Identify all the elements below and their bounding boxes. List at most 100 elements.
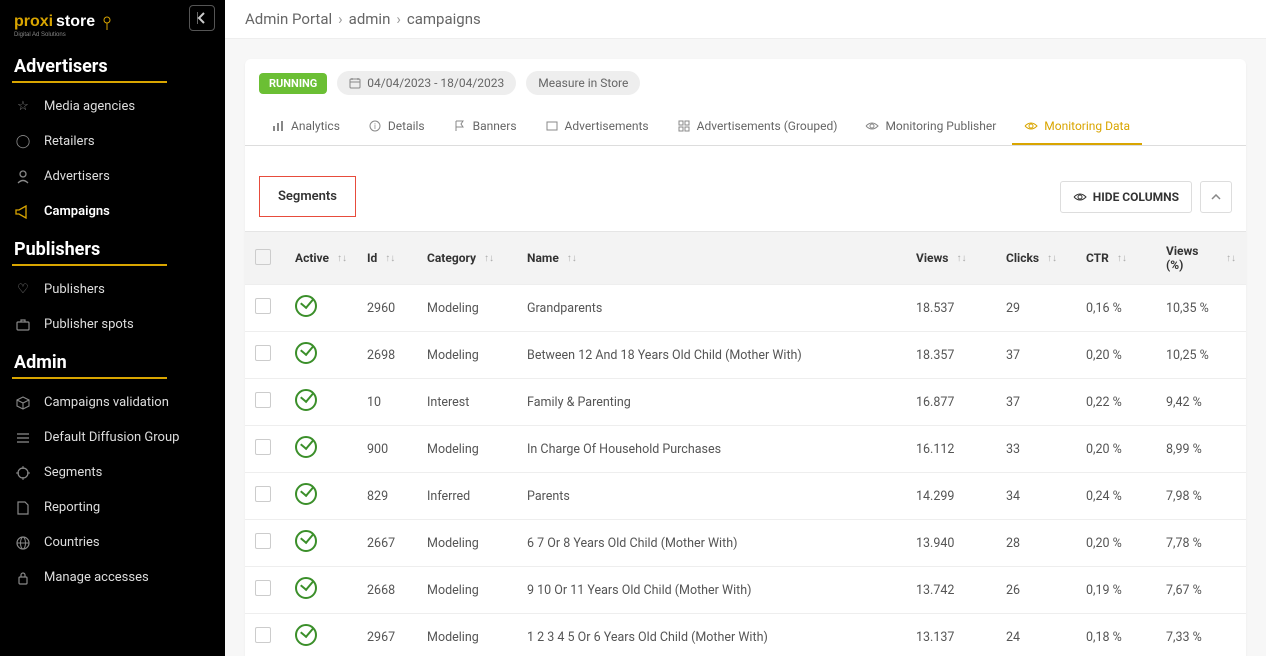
tab-advertisements[interactable]: Advertisements [533,109,661,145]
row-checkbox[interactable] [255,627,271,643]
cell-name: 6 7 Or 8 Years Old Child (Mother With) [517,520,906,567]
user-icon [14,170,32,184]
breadcrumb-part[interactable]: Admin Portal [245,10,332,28]
sidebar-item-advertisers[interactable]: Advertisers [0,159,225,194]
row-checkbox[interactable] [255,298,271,314]
row-checkbox[interactable] [255,392,271,408]
cell-name: In Charge Of Household Purchases [517,426,906,473]
status-badge: RUNNING [259,73,327,94]
sidebar-item-campaigns[interactable]: Campaigns [0,194,225,229]
segments-tab[interactable]: Segments [259,176,356,217]
table-row: 2667Modeling6 7 Or 8 Years Old Child (Mo… [245,520,1246,567]
tab-monitoring-publisher[interactable]: Monitoring Publisher [853,109,1008,145]
cell-views-pct: 7,33 % [1156,614,1246,656]
sidebar-collapse-button[interactable] [189,5,215,31]
sort-icon[interactable]: ↑↓ [1117,253,1127,264]
collapse-panel-button[interactable] [1200,181,1232,213]
sort-icon[interactable]: ↑↓ [484,253,494,264]
breadcrumb: Admin Portal › admin › campaigns [225,0,1266,39]
breadcrumb-part[interactable]: campaigns [407,10,481,28]
cell-views: 16.877 [906,379,996,426]
svg-text:Digital Ad Solutions: Digital Ad Solutions [14,32,66,38]
sidebar-item-manage-accesses[interactable]: Manage accesses [0,560,225,595]
hide-columns-button[interactable]: HIDE COLUMNS [1060,181,1192,213]
cell-id: 2667 [357,520,417,567]
tab-details[interactable]: iDetails [356,109,437,145]
section-title-publishers: Publishers [0,229,225,264]
col-header-id[interactable]: Id [367,251,377,265]
col-header-ctr[interactable]: CTR [1086,251,1109,265]
cell-ctr: 0,20 % [1076,520,1156,567]
eye-icon [1073,192,1087,202]
divider [12,81,167,83]
active-check-icon [295,436,317,458]
row-checkbox[interactable] [255,439,271,455]
breadcrumb-part[interactable]: admin [349,10,391,28]
sidebar-item-label: Reporting [44,500,100,515]
active-check-icon [295,624,317,646]
tabs: Analytics iDetails Banners Advertisement… [245,109,1246,146]
col-header-active[interactable]: Active [295,251,329,265]
chevron-up-icon [1211,194,1221,200]
sort-icon[interactable]: ↑↓ [385,253,395,264]
active-check-icon [295,577,317,599]
cell-views: 18.357 [906,332,996,379]
sidebar-item-retailers[interactable]: ◯Retailers [0,124,225,159]
date-range-label: 04/04/2023 - 18/04/2023 [367,76,504,90]
table-row: 2960ModelingGrandparents18.537290,16 %10… [245,285,1246,332]
chevron-left-icon [197,12,207,24]
cell-clicks: 29 [996,285,1076,332]
cell-clicks: 34 [996,473,1076,520]
briefcase-icon [14,319,32,331]
sort-icon[interactable]: ↑↓ [1226,253,1236,264]
tab-monitoring-data[interactable]: Monitoring Data [1012,109,1142,145]
sidebar-item-publishers[interactable]: ♡Publishers [0,272,225,307]
table-row: 2668Modeling9 10 Or 11 Years Old Child (… [245,567,1246,614]
select-all-checkbox[interactable] [255,249,271,265]
sidebar-item-publisher-spots[interactable]: Publisher spots [0,307,225,342]
row-checkbox[interactable] [255,580,271,596]
sidebar-item-label: Campaigns [44,204,110,219]
tab-advertisements-grouped[interactable]: Advertisements (Grouped) [665,109,850,145]
col-header-category[interactable]: Category [427,251,476,265]
cell-views: 13.940 [906,520,996,567]
row-checkbox[interactable] [255,486,271,502]
sidebar-item-segments[interactable]: Segments [0,455,225,490]
sort-icon[interactable]: ↑↓ [956,253,966,264]
sidebar-item-campaigns-validation[interactable]: Campaigns validation [0,385,225,420]
row-checkbox[interactable] [255,533,271,549]
row-checkbox[interactable] [255,345,271,361]
sidebar-item-default-diffusion[interactable]: Default Diffusion Group [0,420,225,455]
tab-analytics[interactable]: Analytics [259,109,352,145]
tab-banners[interactable]: Banners [441,109,529,145]
cell-views: 18.537 [906,285,996,332]
cell-views-pct: 7,78 % [1156,520,1246,567]
cell-category: Modeling [417,614,517,656]
measure-in-store-pill[interactable]: Measure in Store [526,71,640,95]
calendar-icon [349,77,361,89]
divider [12,264,167,266]
col-header-clicks[interactable]: Clicks [1006,251,1039,265]
flag-icon [453,119,467,133]
col-header-name[interactable]: Name [527,251,559,265]
sort-icon[interactable]: ↑↓ [567,253,577,264]
sort-icon[interactable]: ↑↓ [1047,253,1057,264]
active-check-icon [295,295,317,317]
sort-icon[interactable]: ↑↓ [337,253,347,264]
group-icon [677,119,691,133]
sidebar-item-reporting[interactable]: Reporting [0,490,225,525]
cell-id: 10 [357,379,417,426]
date-range-pill[interactable]: 04/04/2023 - 18/04/2023 [337,71,516,95]
col-header-views[interactable]: Views [916,251,948,265]
cell-name: Between 12 And 18 Years Old Child (Mothe… [517,332,906,379]
sidebar-item-countries[interactable]: Countries [0,525,225,560]
section-title-admin: Admin [0,342,225,377]
cell-views: 13.742 [906,567,996,614]
sidebar-item-label: Publishers [44,282,105,297]
cell-name: 9 10 Or 11 Years Old Child (Mother With) [517,567,906,614]
col-header-views-pct[interactable]: Views (%) [1166,244,1218,272]
sidebar-item-media-agencies[interactable]: ☆Media agencies [0,89,225,124]
sidebar-item-label: Media agencies [44,99,135,114]
cell-id: 2698 [357,332,417,379]
lock-icon [14,571,32,585]
